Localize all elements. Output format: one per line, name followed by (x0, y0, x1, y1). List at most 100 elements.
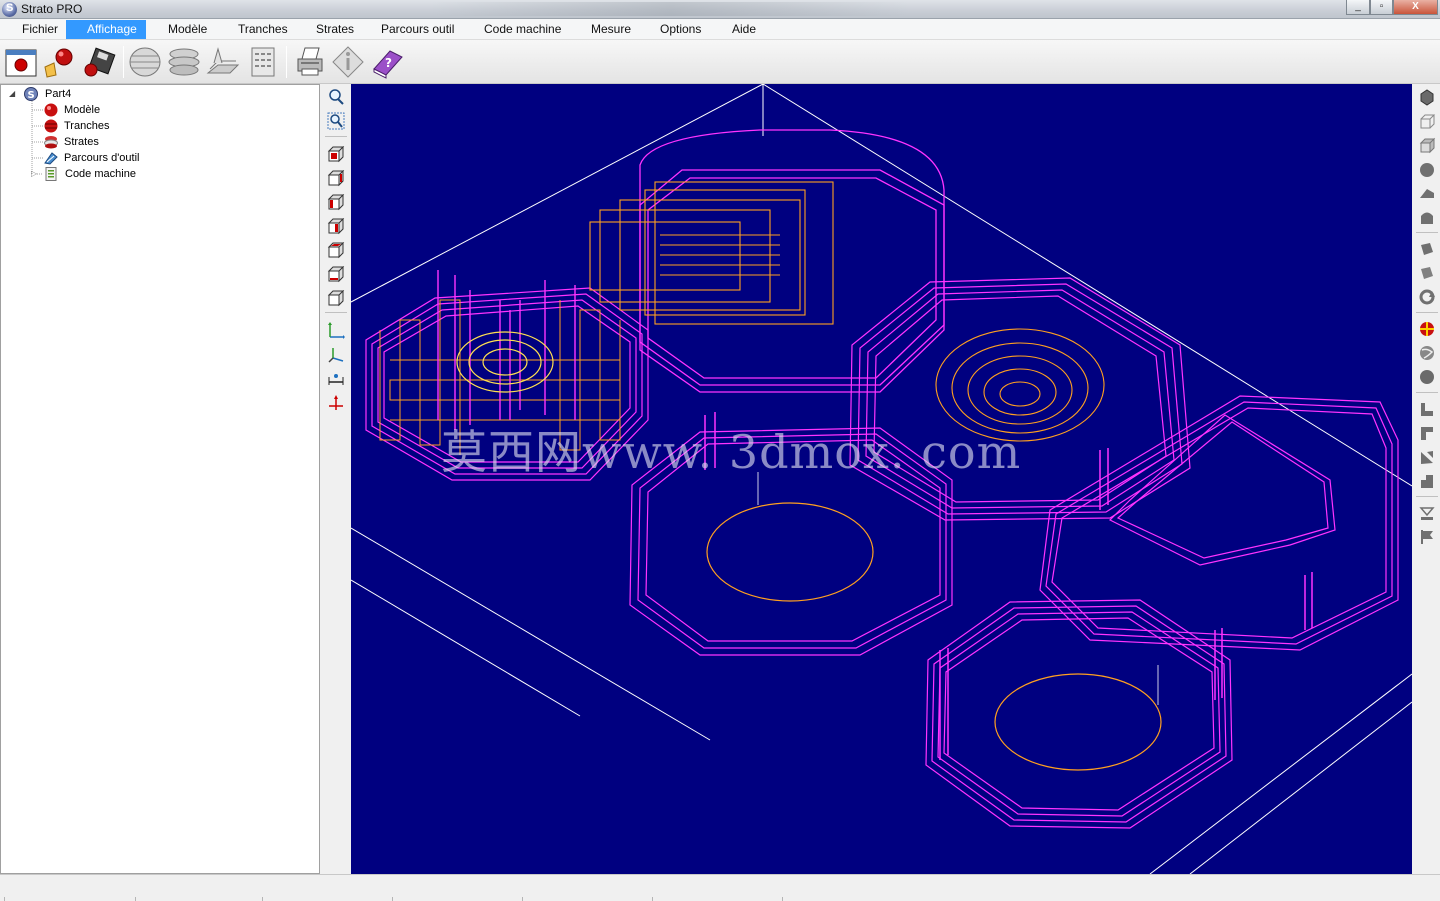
status-pane (522, 897, 523, 901)
origin-icon[interactable] (327, 394, 345, 412)
axis-xyz-icon[interactable] (327, 346, 345, 364)
view-front-icon[interactable] (327, 145, 345, 164)
section-b-icon[interactable] (1418, 424, 1436, 442)
toolbar-separator (325, 136, 347, 137)
shade-flat-icon[interactable] (1418, 185, 1436, 203)
toolbar-separator (1416, 232, 1438, 233)
new-window-icon[interactable] (4, 45, 38, 79)
layered-sphere-icon (44, 135, 58, 149)
dark-ball-icon[interactable] (1418, 368, 1436, 386)
view-top-icon[interactable] (327, 241, 345, 260)
menu-parcours-outil[interactable]: Parcours outil (371, 20, 464, 39)
tree-label-tranches: Tranches (64, 120, 110, 132)
color-ball-icon[interactable] (1418, 320, 1436, 338)
lasso-icon[interactable] (1418, 504, 1436, 522)
sphere-slices-icon[interactable] (128, 45, 162, 79)
info-diamond-icon[interactable] (331, 45, 365, 79)
app-logo-icon[interactable]: S (2, 2, 17, 17)
octagon-feature-bottom (925, 599, 1233, 829)
menu-code-machine[interactable]: Code machine (474, 20, 571, 39)
layer-plane-icon[interactable] (206, 45, 240, 79)
view-toolbar (321, 84, 351, 874)
title-bar-gloss (430, 2, 910, 16)
tree-label-modele: Modèle (64, 104, 101, 116)
section-d-icon[interactable] (1418, 472, 1436, 490)
zoom-fit-icon[interactable] (327, 112, 345, 130)
status-pane (782, 897, 783, 901)
red-sphere-icon (44, 103, 58, 117)
tree-label-root: Part4 (45, 88, 72, 100)
solid-a-icon[interactable] (1418, 240, 1436, 258)
sphere-icon[interactable] (1418, 161, 1436, 179)
flag-icon[interactable] (1418, 528, 1436, 546)
toolbar-separator (1416, 312, 1438, 313)
menu-options[interactable]: Options (650, 20, 711, 39)
sliced-sphere-icon (44, 119, 58, 133)
globe-icon[interactable] (1418, 344, 1436, 362)
view-right-icon[interactable] (327, 217, 345, 236)
toolbar-separator (1416, 392, 1438, 393)
status-pane (135, 897, 136, 901)
menu-mesure[interactable]: Mesure (581, 20, 641, 39)
menu-fichier[interactable]: Fichier (12, 20, 68, 39)
octagon-feature-spiral (849, 277, 1191, 521)
menu-aide[interactable]: Aide (722, 20, 766, 39)
tree-label-parcours: Parcours d'outil (64, 152, 140, 164)
code-sheet-icon[interactable] (246, 45, 280, 79)
section-c-icon[interactable] (1418, 448, 1436, 466)
status-pane (652, 897, 653, 901)
view-bottom-icon[interactable] (327, 265, 345, 284)
section-a-icon[interactable] (1418, 400, 1436, 418)
shade-smooth-icon[interactable] (1418, 209, 1436, 227)
svg-text:?: ? (385, 56, 392, 70)
code-document-icon (44, 167, 58, 181)
zoom-window-icon[interactable] (327, 88, 345, 106)
octagon-feature-top (589, 129, 945, 393)
menu-affichage[interactable]: Affichage (66, 20, 146, 39)
open-model-icon[interactable] (42, 45, 76, 79)
save-disk-icon[interactable] (82, 45, 116, 79)
view-left-icon[interactable] (327, 193, 345, 212)
tree-label-code-machine: Code machine (65, 168, 136, 180)
status-pane (4, 897, 5, 901)
layers-icon[interactable] (167, 45, 201, 79)
main-toolbar: ? (0, 40, 1440, 84)
status-bar (0, 874, 1440, 901)
octagon-feature-right (1039, 395, 1399, 651)
cube-select-icon[interactable] (1418, 88, 1436, 106)
toolbar-separator (286, 46, 287, 78)
watermark-text: 莫西网www. 3dmox. com (441, 425, 1022, 479)
view-iso-icon[interactable] (327, 289, 345, 308)
toolbar-separator (123, 46, 124, 78)
menu-strates[interactable]: Strates (306, 20, 364, 39)
menu-bar: Fichier Affichage Modèle Tranches Strate… (0, 19, 1440, 40)
view-back-icon[interactable] (327, 169, 345, 188)
3d-viewport[interactable]: 莫西网www. 3dmox. com (351, 84, 1412, 874)
wire-box-icon[interactable] (1418, 113, 1436, 131)
expand-triangle-icon[interactable]: ▷ (31, 166, 37, 182)
toolbar-separator (1416, 496, 1438, 497)
toolpath-icon (44, 151, 58, 165)
close-button[interactable]: X (1393, 0, 1438, 15)
help-book-icon[interactable]: ? (370, 45, 404, 79)
part-icon: S (24, 87, 38, 101)
svg-text:S: S (28, 90, 35, 101)
maximize-button[interactable]: ▫ (1370, 0, 1393, 15)
menu-modele[interactable]: Modèle (158, 20, 217, 39)
axis-xy-icon[interactable] (327, 322, 345, 340)
minimize-button[interactable]: _ (1346, 0, 1370, 15)
title-bar: S Strato PRO _ ▫ X (0, 0, 1440, 19)
printer-icon[interactable] (293, 45, 327, 79)
status-pane (392, 897, 393, 901)
menu-tranches[interactable]: Tranches (228, 20, 298, 39)
rotate-icon[interactable] (1418, 288, 1436, 306)
box-icon[interactable] (1418, 137, 1436, 155)
toolbar-separator (325, 312, 347, 313)
solid-b-icon[interactable] (1418, 264, 1436, 282)
render-toolbar (1412, 84, 1440, 874)
status-pane (262, 897, 263, 901)
project-tree: ◢ S Part4 Modèle Tranches Strates Parcou… (0, 84, 320, 874)
measure-icon[interactable] (327, 370, 345, 388)
collapse-triangle-icon[interactable]: ◢ (9, 86, 15, 102)
window-title: Strato PRO (21, 2, 83, 16)
